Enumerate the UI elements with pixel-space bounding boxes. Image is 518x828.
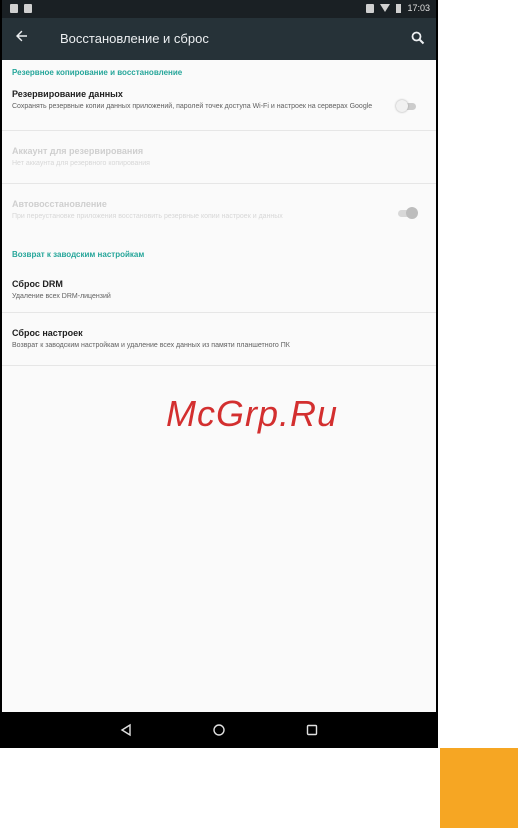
section-header-factory-reset: Возврат к заводским настройкам (12, 250, 145, 259)
battery-icon (396, 3, 402, 13)
drm-reset-item[interactable]: Сброс DRM Удаление всех DRM-лицензий (2, 264, 436, 313)
item-summary: Нет аккаунта для резервного копирования (12, 160, 150, 167)
search-icon[interactable] (408, 28, 428, 48)
orange-corner-block (440, 748, 518, 828)
download-notification-icon (24, 4, 32, 13)
gallery-notification-icon (10, 4, 18, 13)
auto-restore-item[interactable]: Автовосстановление При переустановке при… (2, 184, 436, 242)
item-summary: Сохранять резервные копии данных приложе… (12, 103, 373, 110)
screen: 17:03 Восстановление и сброс Резервное к… (2, 0, 436, 748)
section-header-backup: Резервное копирование и восстановление (12, 68, 183, 77)
settings-list: Резервное копирование и восстановление Р… (2, 60, 436, 366)
nav-back-icon[interactable] (118, 722, 134, 738)
page-title: Восстановление и сброс (60, 31, 209, 46)
status-time: 17:03 (407, 3, 430, 13)
navigation-bar (2, 712, 436, 748)
item-title: Резервирование данных (12, 89, 123, 99)
item-summary: Возврат к заводским настройкам и удалени… (12, 342, 290, 349)
status-bar: 17:03 (2, 0, 436, 18)
nav-recents-icon[interactable] (304, 722, 320, 738)
back-arrow-icon[interactable] (12, 28, 32, 48)
backup-data-switch[interactable] (396, 100, 418, 112)
item-title: Автовосстановление (12, 199, 107, 209)
wifi-icon (380, 4, 391, 12)
auto-restore-switch[interactable] (396, 207, 418, 219)
item-title: Сброс DRM (12, 279, 63, 289)
backup-account-item[interactable]: Аккаунт для резервирования Нет аккаунта … (2, 131, 436, 184)
nav-home-icon[interactable] (211, 722, 227, 738)
backup-data-item[interactable]: Резервирование данных Сохранять резервны… (2, 82, 436, 131)
item-title: Сброс настроек (12, 328, 83, 338)
factory-reset-item[interactable]: Сброс настроек Возврат к заводским настр… (2, 313, 436, 366)
watermark-text: McGrp.Ru (166, 393, 339, 434)
vpn-key-icon (366, 3, 375, 13)
item-title: Аккаунт для резервирования (12, 146, 144, 156)
app-toolbar: Восстановление и сброс (2, 18, 436, 60)
item-summary: Удаление всех DRM-лицензий (12, 293, 111, 300)
device-frame: 17:03 Восстановление и сброс Резервное к… (0, 0, 438, 748)
item-summary: При переустановке приложения восстановит… (12, 213, 283, 220)
